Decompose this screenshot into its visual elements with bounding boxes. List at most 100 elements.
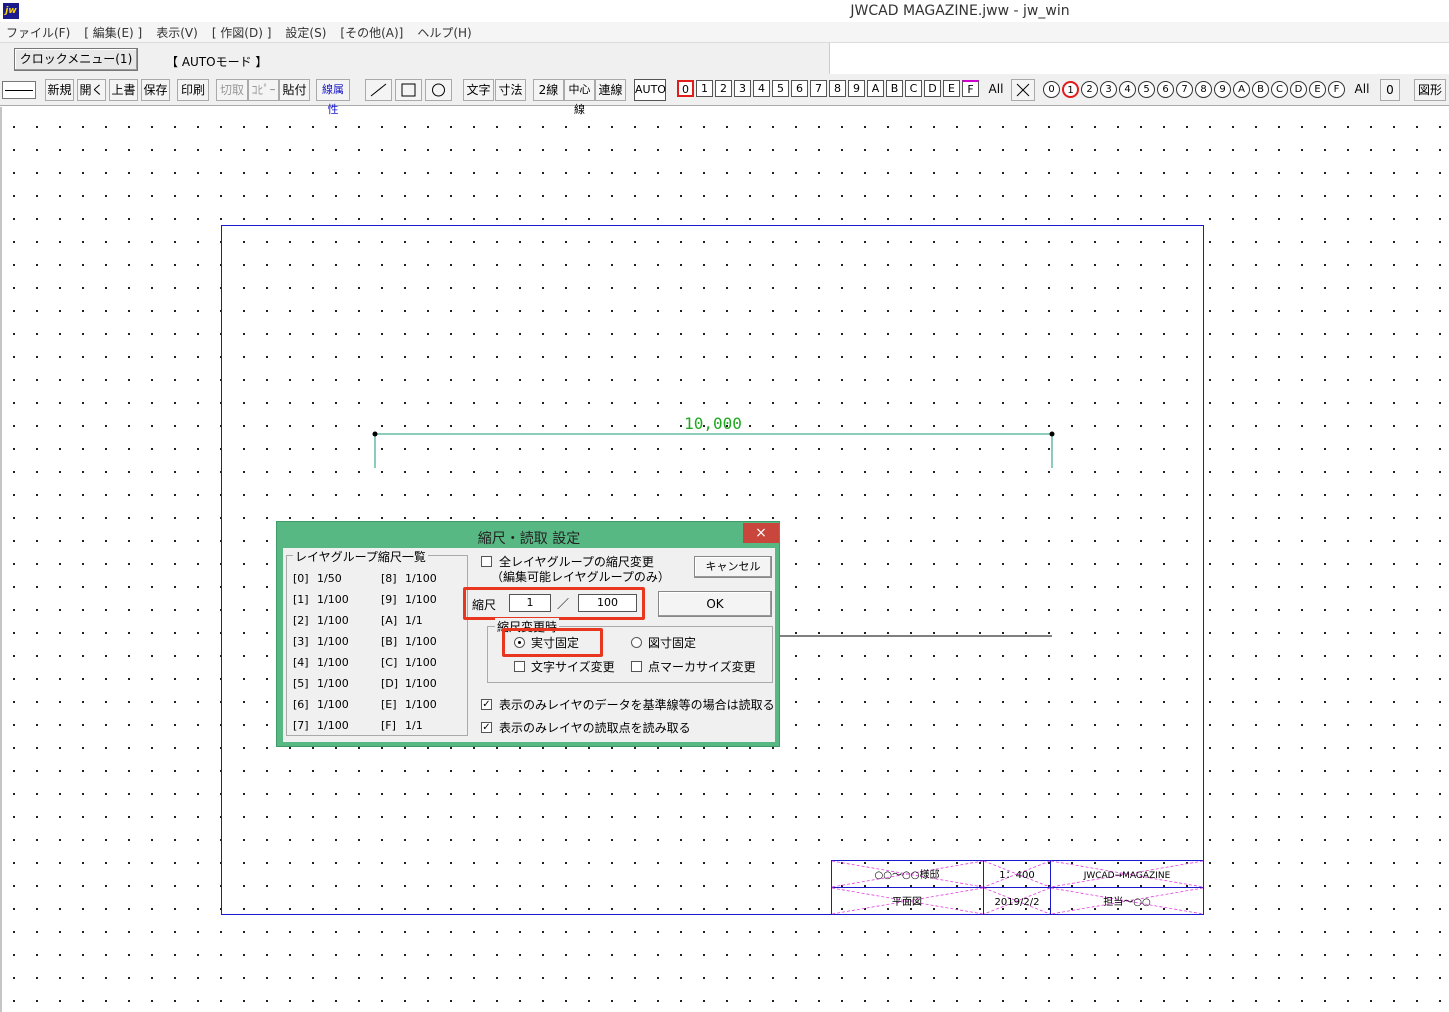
- layer-button-9[interactable]: 9: [1214, 81, 1231, 98]
- layer-group-button-f[interactable]: F: [962, 80, 979, 97]
- layer-button-7[interactable]: 7: [1176, 81, 1193, 98]
- layer-zero-button[interactable]: 0: [1380, 79, 1400, 101]
- layer-group-scale-row: [3] 1/100: [293, 635, 349, 648]
- all-groups-scale-change-checkbox[interactable]: [481, 556, 492, 567]
- layer-button-4[interactable]: 4: [1119, 81, 1136, 98]
- cut-button[interactable]: 切取: [216, 79, 248, 101]
- menu-help[interactable]: ヘルプ(H): [417, 24, 471, 41]
- layer-group-button-3[interactable]: 3: [734, 80, 751, 97]
- layer-group-button-1[interactable]: 1: [696, 80, 713, 97]
- save-button[interactable]: 保存: [141, 79, 170, 101]
- double-line-button[interactable]: 2線: [533, 79, 564, 101]
- all-layer-groups-button[interactable]: All: [984, 79, 1008, 101]
- layer-group-scale-row: [C] 1/100: [381, 656, 437, 669]
- layer-group-button-e[interactable]: E: [943, 80, 960, 97]
- read-display-only-points-checkbox[interactable]: ✓: [481, 722, 492, 733]
- layer-group-button-7[interactable]: 7: [810, 80, 827, 97]
- overwrite-button[interactable]: 上書: [109, 79, 138, 101]
- cancel-button[interactable]: キャンセル: [694, 556, 772, 578]
- layer-button-3[interactable]: 3: [1100, 81, 1117, 98]
- layer-group-id: [4]: [293, 656, 309, 669]
- layer-group-id: [E]: [381, 698, 397, 711]
- layer-button-1[interactable]: 1: [1062, 81, 1079, 98]
- layer-group-scale-row: [7] 1/100: [293, 719, 349, 732]
- circle-icon: [432, 83, 445, 97]
- clock-menu-button[interactable]: クロックメニュー(1): [14, 48, 138, 71]
- ok-button[interactable]: OK: [658, 591, 772, 617]
- shape-button[interactable]: 図形: [1414, 79, 1446, 101]
- paste-button[interactable]: 貼付: [279, 79, 310, 101]
- line-attribute-button[interactable]: 線属性: [316, 79, 350, 116]
- dialog-close-button[interactable]: ×: [743, 523, 779, 543]
- read-display-only-points-label: 表示のみレイヤの読取点を読み取る: [499, 721, 691, 735]
- status-area: [829, 43, 1449, 75]
- layer-group-id: [2]: [293, 614, 309, 627]
- menu-draw[interactable]: [ 作図(D) ]: [212, 24, 272, 41]
- layer-button-0[interactable]: 0: [1043, 81, 1060, 98]
- layer-button-6[interactable]: 6: [1157, 81, 1174, 98]
- fixed-drawing-radio[interactable]: [631, 637, 642, 648]
- copy-button[interactable]: ｺﾋﾟｰ: [248, 79, 279, 101]
- continuous-line-button[interactable]: 連線: [595, 79, 626, 101]
- all-layers-button[interactable]: All: [1350, 79, 1374, 101]
- layer-group-scale-value: 1/50: [317, 572, 342, 585]
- rectangle-tool-button[interactable]: [395, 79, 422, 101]
- circle-tool-button[interactable]: [425, 79, 452, 101]
- layer-group-id: [A]: [381, 614, 398, 627]
- layer-button-a[interactable]: A: [1233, 81, 1250, 98]
- menu-settings[interactable]: 設定(S): [285, 24, 326, 41]
- center-line-button[interactable]: 中心線: [564, 79, 595, 116]
- layer-button-5[interactable]: 5: [1138, 81, 1155, 98]
- layer-button-d[interactable]: D: [1290, 81, 1307, 98]
- toolbar: 新規 開く 上書 保存 印刷 切取 ｺﾋﾟｰ 貼付 線属性 文字 寸法 2線 中…: [0, 74, 1449, 116]
- read-display-only-data-label: 表示のみレイヤのデータを基準線等の場合は読取る: [499, 698, 775, 712]
- jw-app-icon[interactable]: jw: [3, 3, 19, 19]
- layer-group-id: [0]: [293, 572, 309, 585]
- point-marker-size-label: 点マーカサイズ変更: [648, 660, 756, 674]
- auto-button[interactable]: AUTO: [634, 79, 666, 101]
- layer-group-id: [1]: [293, 593, 309, 606]
- title-block-date: 2019/2/2: [995, 897, 1040, 908]
- menu-other[interactable]: [その他(A)]: [340, 24, 403, 41]
- layer-button-8[interactable]: 8: [1195, 81, 1212, 98]
- menu-edit[interactable]: [ 編集(E) ]: [84, 24, 142, 41]
- close-x-button[interactable]: [1011, 79, 1035, 101]
- dimension-tool-button[interactable]: 寸法: [495, 79, 526, 101]
- auto-mode-label: 【 AUTOモード 】: [166, 55, 268, 69]
- new-button[interactable]: 新規: [45, 79, 74, 101]
- layer-group-button-b[interactable]: B: [886, 80, 903, 97]
- layer-button-f[interactable]: F: [1328, 81, 1345, 98]
- line-tool-button[interactable]: [365, 79, 392, 101]
- point-marker-size-checkbox[interactable]: [631, 661, 642, 672]
- layer-group-button-0[interactable]: 0: [677, 80, 694, 97]
- layer-group-scale-row: [B] 1/100: [381, 635, 437, 648]
- layer-group-button-a[interactable]: A: [867, 80, 884, 97]
- open-button[interactable]: 開く: [77, 79, 106, 101]
- layer-group-scale-value: 1/100: [317, 656, 349, 669]
- layer-group-button-5[interactable]: 5: [772, 80, 789, 97]
- layer-group-button-4[interactable]: 4: [753, 80, 770, 97]
- cross-icon: [1016, 83, 1030, 97]
- layer-button-e[interactable]: E: [1309, 81, 1326, 98]
- layer-group-button-9[interactable]: 9: [848, 80, 865, 97]
- layer-group-id: [6]: [293, 698, 309, 711]
- layer-group-button-6[interactable]: 6: [791, 80, 808, 97]
- layer-button-c[interactable]: C: [1271, 81, 1288, 98]
- layer-group-scale-value: 1/1: [405, 614, 423, 627]
- print-button[interactable]: 印刷: [177, 79, 209, 101]
- layer-group-button-c[interactable]: C: [905, 80, 922, 97]
- dimension-text: 10,000: [684, 414, 742, 433]
- menu-view[interactable]: 表示(V): [156, 24, 198, 41]
- text-size-change-checkbox[interactable]: [514, 661, 525, 672]
- menu-file[interactable]: ファイル(F): [6, 24, 70, 41]
- read-display-only-data-checkbox[interactable]: ✓: [481, 699, 492, 710]
- fixed-drawing-label: 図寸固定: [648, 636, 697, 650]
- text-tool-button[interactable]: 文字: [463, 79, 494, 101]
- dialog-title: 縮尺・読取 設定: [477, 531, 581, 547]
- layer-group-button-d[interactable]: D: [924, 80, 941, 97]
- layer-button-2[interactable]: 2: [1081, 81, 1098, 98]
- layer-group-button-8[interactable]: 8: [829, 80, 846, 97]
- layer-button-b[interactable]: B: [1252, 81, 1269, 98]
- layer-group-button-2[interactable]: 2: [715, 80, 732, 97]
- line-type-selector[interactable]: [2, 81, 36, 99]
